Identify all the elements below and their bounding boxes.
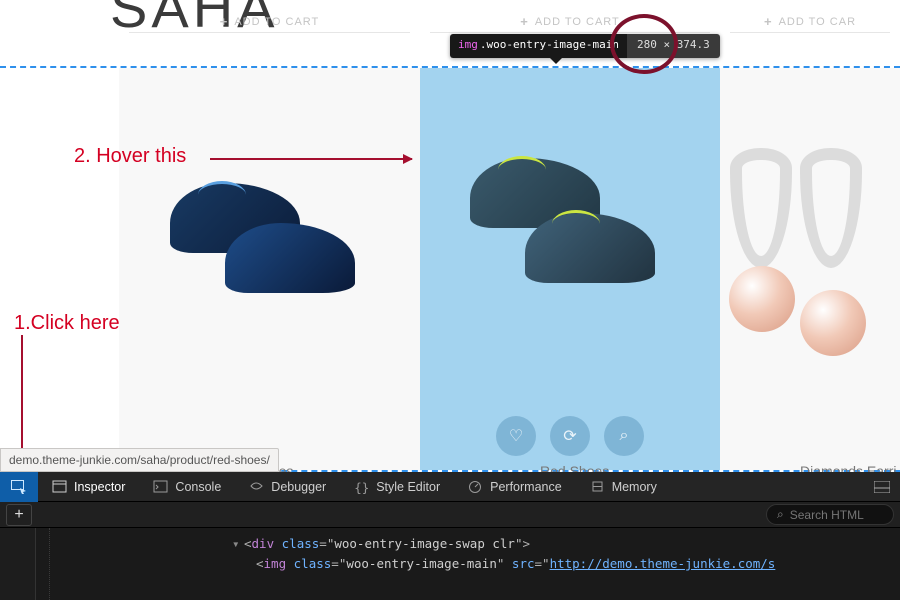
devtools-panel: Inspector Console Debugger {} Style Edit… — [0, 472, 900, 600]
search-html-field[interactable]: ⌕ — [766, 504, 894, 525]
heart-icon: ♡ — [509, 426, 523, 446]
compare-button[interactable]: ⟳ — [550, 416, 590, 456]
add-to-cart-button[interactable]: + ADD TO CAR — [764, 14, 856, 29]
add-to-cart-button[interactable]: + ADD TO CART — [220, 14, 320, 29]
tab-console[interactable]: Console — [139, 472, 235, 502]
add-to-cart-label: ADD TO CART — [535, 16, 620, 28]
refresh-icon: ⟳ — [563, 426, 576, 446]
debugger-icon — [249, 480, 264, 493]
tooltip-tagname: img — [450, 34, 480, 58]
product-card-3[interactable]: + ADD TO CAR — [720, 68, 900, 470]
tab-memory[interactable]: Memory — [576, 472, 671, 502]
tab-debugger[interactable]: Debugger — [235, 472, 340, 502]
plus-icon: + — [220, 14, 229, 29]
annotation-click-text: 1.Click here — [14, 312, 120, 335]
inspector-grid-overlay: + ADD TO CART + ADD TO CART ♡ ⟳ ⌕ — [0, 66, 900, 472]
tooltip-class: .woo-entry-image-main — [480, 34, 627, 58]
annotation-hover-arrow — [210, 158, 412, 160]
tab-inspector[interactable]: Inspector — [38, 472, 139, 502]
annotation-hover-text: 2. Hover this — [74, 145, 186, 168]
element-picker-button[interactable] — [0, 472, 38, 502]
tab-style-editor[interactable]: {} Style Editor — [340, 472, 454, 502]
search-icon: ⌕ — [777, 507, 784, 522]
plus-icon: + — [764, 14, 773, 29]
tab-performance[interactable]: Performance — [454, 472, 576, 502]
search-icon: ⌕ — [620, 427, 629, 445]
element-info-tooltip: img .woo-entry-image-main 280 × 374.3 — [450, 34, 720, 58]
add-to-cart-label: ADD TO CAR — [779, 16, 856, 28]
memory-icon — [590, 480, 605, 493]
link-preview-bar: demo.theme-junkie.com/saha/product/red-s… — [0, 448, 279, 472]
wishlist-button[interactable]: ♡ — [496, 416, 536, 456]
performance-icon — [468, 480, 483, 493]
collapse-toggle[interactable]: ▾ — [232, 534, 244, 554]
quickview-button[interactable]: ⌕ — [604, 416, 644, 456]
product-card-2-highlighted[interactable]: + ADD TO CART ♡ ⟳ ⌕ — [420, 68, 720, 470]
add-element-button[interactable]: + — [6, 504, 32, 526]
console-icon — [153, 480, 168, 493]
style-editor-icon: {} — [354, 480, 369, 493]
search-html-input[interactable] — [790, 508, 883, 522]
add-to-cart-button[interactable]: + ADD TO CART — [520, 14, 620, 29]
product-image[interactable] — [470, 138, 670, 288]
toggle-split-button[interactable] — [864, 472, 900, 502]
html-source-tree[interactable]: ▾<div class="woo-entry-image-swap clr"> … — [0, 528, 900, 574]
plus-icon: + — [520, 14, 529, 29]
devtools-tabbar: Inspector Console Debugger {} Style Edit… — [0, 472, 900, 502]
annotation-circle — [610, 14, 678, 74]
product-image[interactable] — [730, 148, 890, 368]
inspector-icon — [52, 480, 67, 493]
devtools-subbar: + ⌕ — [0, 502, 900, 528]
product-card-1[interactable]: + ADD TO CART — [119, 68, 420, 470]
product-image[interactable] — [170, 163, 370, 313]
add-to-cart-label: ADD TO CART — [234, 16, 319, 28]
